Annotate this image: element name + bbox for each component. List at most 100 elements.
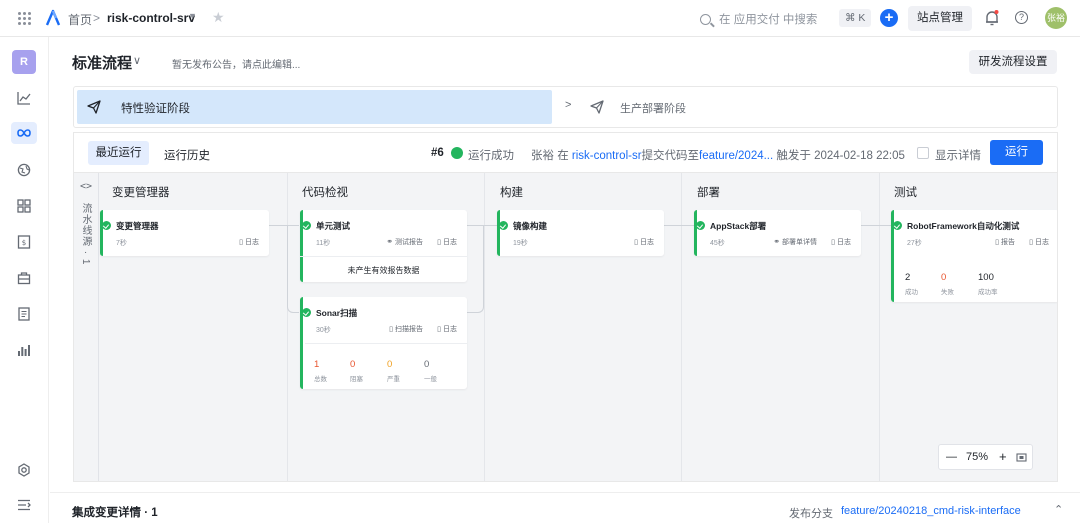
repo-link[interactable]: risk-control-sr — [572, 150, 642, 162]
globe-icon[interactable] — [17, 163, 31, 177]
deploy-detail-link[interactable]: 部署单详情 — [773, 237, 817, 247]
workspace-avatar[interactable]: R — [12, 50, 36, 74]
job-name: RobotFramework自动化测试 — [907, 221, 1020, 231]
create-plus-button[interactable]: + — [880, 9, 898, 27]
success-check-icon — [302, 308, 311, 317]
stat-blocker: 0 阻塞 — [350, 359, 363, 383]
job-card-unit-test[interactable]: 单元测试 11秒 测试报告 日志 未产生有效报告数据 — [300, 210, 467, 282]
user-avatar[interactable]: 张裕 — [1045, 7, 1067, 29]
job-name: 镜像构建 — [513, 221, 548, 231]
column-divider — [287, 173, 288, 481]
column-divider — [879, 173, 880, 481]
job-log-link[interactable]: 日志 — [634, 237, 654, 247]
success-check-icon — [451, 147, 463, 159]
zoom-out-button[interactable]: — — [946, 451, 957, 463]
stat-failed: 0 失败 — [941, 272, 954, 296]
stage-feature-verify[interactable]: 特性验证阶段 — [77, 90, 552, 124]
job-duration: 19秒 — [513, 240, 528, 247]
job-log-link[interactable]: 日志 — [831, 237, 851, 247]
job-log-link[interactable]: 日志 — [1029, 237, 1049, 247]
branch-link[interactable]: feature/2024... — [699, 150, 773, 162]
code-toggle-icon[interactable]: <> — [80, 181, 92, 192]
job-log-link[interactable]: 日志 — [437, 324, 457, 334]
run-status: 运行成功 — [468, 150, 514, 162]
app-grid-icon[interactable] — [18, 12, 31, 25]
billing-icon[interactable]: $ — [17, 235, 31, 249]
job-log-link[interactable]: 日志 — [437, 237, 457, 247]
integration-details-title[interactable]: 集成变更详情 · 1 — [72, 504, 158, 520]
search-shortcut-badge: ⌘ K — [839, 9, 872, 27]
top-bar: 首页 > risk-control-srv ▼ ★ 在 应用交付 中搜索 ⌘ K… — [0, 0, 1080, 37]
chart-line-icon[interactable] — [17, 91, 31, 105]
column-divider — [681, 173, 682, 481]
stage-label: 特性验证阶段 — [121, 103, 190, 115]
column-title: 代码检视 — [302, 187, 348, 199]
job-card-change-manager[interactable]: 变更管理器 7秒 日志 — [100, 210, 269, 256]
job-card-robotframework-test[interactable]: RobotFramework自动化测试 27秒 报告 日志 2成功 0失败 10… — [891, 210, 1057, 302]
favorite-star-icon[interactable]: ★ — [212, 9, 225, 26]
stage-production-deploy[interactable]: 生产部署阶段 — [620, 100, 686, 116]
notification-bell-icon[interactable] — [984, 9, 1000, 27]
job-card-image-build[interactable]: 镜像构建 19秒 日志 — [497, 210, 664, 256]
release-branch-link[interactable]: feature/20240218_cmd-risk-interface — [841, 505, 1021, 517]
connector-line — [287, 225, 299, 313]
help-icon[interactable]: ? — [1015, 11, 1028, 24]
run-actor: 张裕 在 — [531, 150, 572, 162]
bar-chart-icon[interactable] — [17, 343, 31, 357]
stat-total: 1 总数 — [314, 359, 327, 383]
job-duration: 11秒 — [316, 240, 331, 247]
collapse-menu-icon[interactable] — [17, 498, 31, 512]
package-icon[interactable] — [17, 271, 31, 285]
connector-line — [861, 225, 891, 226]
job-report-link[interactable]: 扫描报告 — [389, 324, 423, 334]
job-log-link[interactable]: 日志 — [239, 237, 259, 247]
svg-text:$: $ — [22, 239, 26, 247]
title-dropdown-chevron-icon[interactable]: ∨ — [133, 54, 141, 67]
column-title: 变更管理器 — [112, 187, 170, 199]
job-report-link[interactable]: 报告 — [995, 237, 1015, 247]
blocks-icon[interactable] — [17, 199, 31, 213]
product-logo-icon[interactable] — [44, 9, 62, 27]
run-button[interactable]: 运行 — [990, 140, 1043, 165]
stat-normal: 0 一般 — [424, 359, 437, 383]
job-card-appstack-deploy[interactable]: AppStack部署 45秒 部署单详情 日志 — [694, 210, 861, 256]
tab-recent-runs[interactable]: 最近运行 — [88, 141, 149, 165]
show-detail-label[interactable]: 显示详情 — [935, 147, 981, 163]
left-rail: R $ — [0, 37, 49, 523]
app-switch-caret-icon[interactable]: ▼ — [188, 11, 197, 21]
announcement-placeholder[interactable]: 暂无发布公告，请点此编辑... — [172, 56, 300, 71]
card-divider — [305, 343, 467, 344]
send-plane-icon — [87, 100, 101, 114]
show-detail-checkbox[interactable] — [917, 147, 929, 159]
site-admin-button[interactable]: 站点管理 — [908, 6, 972, 31]
collapse-up-icon[interactable]: ⌃ — [1054, 503, 1063, 516]
connector-line — [664, 225, 694, 226]
success-check-icon — [102, 221, 111, 230]
breadcrumb-separator: > — [93, 11, 101, 25]
settings-gear-icon[interactable] — [17, 463, 31, 477]
page-title[interactable]: 标准流程 — [72, 52, 132, 73]
stat-critical: 0 严重 — [387, 359, 400, 383]
fit-screen-icon[interactable] — [1016, 452, 1027, 463]
breadcrumb-app[interactable]: risk-control-srv — [107, 11, 195, 25]
commit-text: 提交代码至 — [641, 150, 700, 162]
dev-flow-settings-button[interactable]: 研发流程设置 — [969, 50, 1057, 74]
search-icon — [700, 13, 711, 25]
job-note: 未产生有效报告数据 — [300, 256, 467, 276]
job-name: 变更管理器 — [116, 221, 159, 231]
breadcrumb-home[interactable]: 首页 — [68, 11, 92, 28]
job-report-link[interactable]: 测试报告 — [386, 237, 423, 247]
tab-run-history[interactable]: 运行历史 — [164, 147, 210, 163]
release-branch-label: 发布分支 — [789, 508, 833, 520]
success-check-icon — [696, 221, 705, 230]
job-name: 单元测试 — [316, 221, 351, 231]
job-card-sonar-scan[interactable]: Sonar扫描 30秒 扫描报告 日志 1总数 0阻塞 0严重 0一般 — [300, 297, 467, 389]
document-icon[interactable] — [17, 307, 31, 321]
pipeline-canvas[interactable]: <> 流水线源 · 1 变更管理器 代码检视 构建 部署 测试 变更管理器 7秒… — [73, 172, 1058, 482]
job-duration: 45秒 — [710, 240, 725, 247]
pipeline-infinity-icon[interactable] — [17, 126, 31, 140]
run-number[interactable]: #6 — [431, 147, 444, 159]
zoom-in-button[interactable]: + — [999, 449, 1007, 464]
run-bar: 最近运行 运行历史 #6 运行成功 张裕 在 risk-control-sr提交… — [73, 132, 1058, 172]
lane-label: 流水线源 · 1 — [80, 203, 91, 266]
